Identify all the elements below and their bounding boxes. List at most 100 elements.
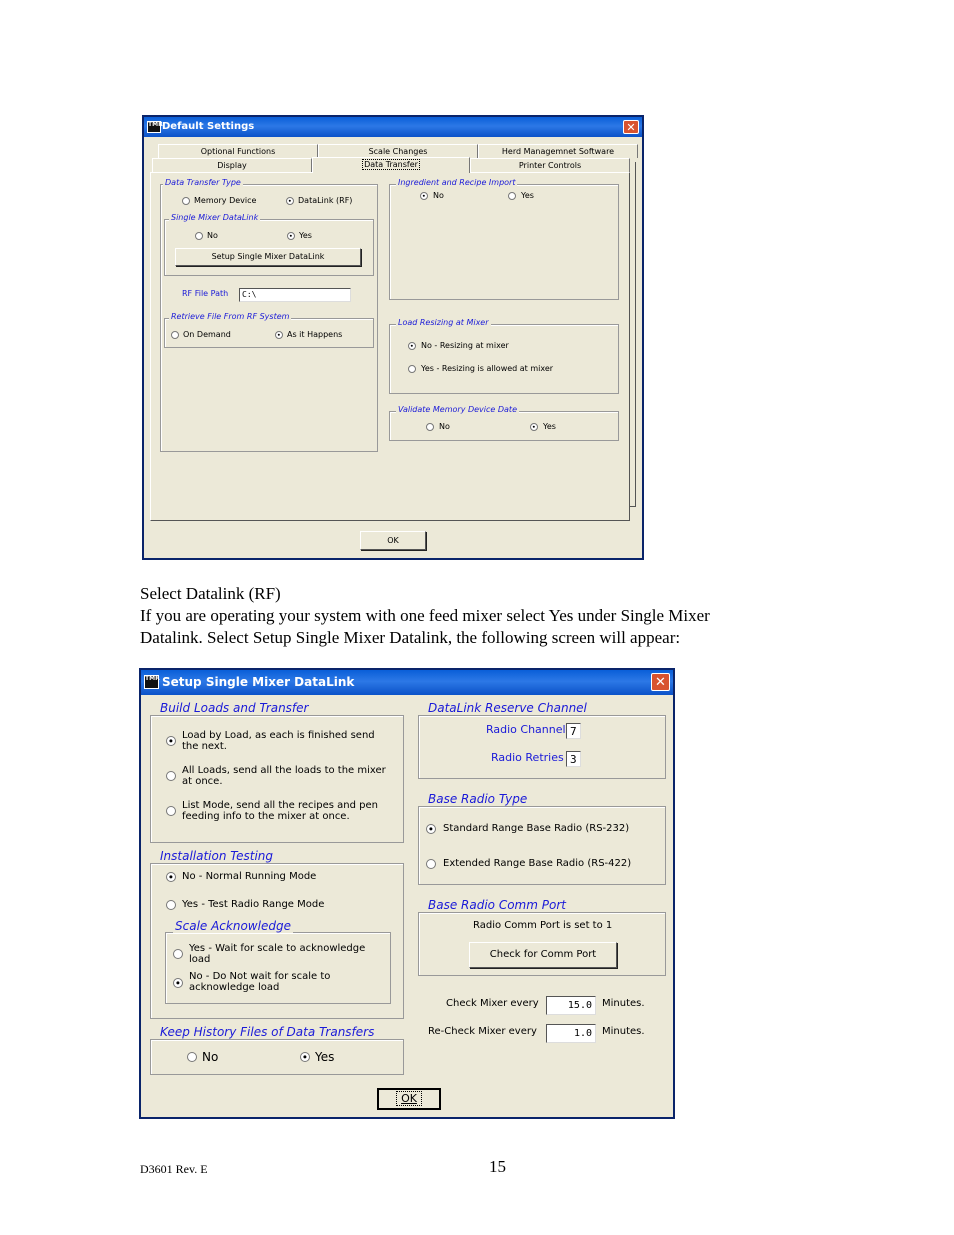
close-icon[interactable]: ✕ <box>651 673 670 691</box>
datalink-rf-radio[interactable] <box>286 197 294 205</box>
all-loads-radio[interactable] <box>166 771 176 781</box>
dialog-title: Setup Single Mixer DataLink <box>162 675 355 689</box>
validate-yes-radio[interactable] <box>530 423 538 431</box>
base-radio-type-title: Base Radio Type <box>426 792 530 806</box>
standard-range-label: Standard Range Base Radio (RS-232) <box>443 823 630 834</box>
list-mode-label-1: List Mode, send all the recipes and pen <box>182 800 378 811</box>
scale-ack-yes-label-1: Yes - Wait for scale to acknowledge <box>189 943 366 954</box>
normal-running-mode-radio[interactable] <box>166 872 176 882</box>
validate-no-label: No <box>439 422 450 431</box>
standard-range-radio[interactable] <box>426 824 436 834</box>
doc-id: D3601 Rev. E <box>140 1162 208 1176</box>
scale-ack-no-label-1: No - Do Not wait for scale to <box>189 971 331 982</box>
all-loads-label-2: at once. <box>182 776 223 787</box>
ingredient-import-yes-radio[interactable] <box>508 192 516 200</box>
body-text: Select Datalink (RF) If you are operatin… <box>140 583 710 649</box>
rf-file-path-label: RF File Path <box>182 289 229 298</box>
single-mixer-no-radio[interactable] <box>195 232 203 240</box>
memory-device-label: Memory Device <box>194 196 257 205</box>
recheck-mixer-input[interactable]: 1.0 <box>546 1024 596 1043</box>
installation-testing-title: Installation Testing <box>158 849 276 863</box>
rf-file-path-input[interactable]: C:\ <box>239 288 351 302</box>
keep-history-no-radio[interactable] <box>187 1052 197 1062</box>
memory-device-radio[interactable] <box>182 197 190 205</box>
setup-single-mixer-datalink-dialog: TMR Setup Single Mixer DataLink ✕ Build … <box>139 668 675 1119</box>
title-bar[interactable]: TMR Setup Single Mixer DataLink ✕ <box>141 670 673 695</box>
scale-ack-yes-radio[interactable] <box>173 949 183 959</box>
keep-history-no-label: No <box>202 1050 219 1064</box>
tab-optional-functions[interactable]: Optional Functions <box>158 144 318 158</box>
extended-range-radio[interactable] <box>426 859 436 869</box>
ingredient-recipe-import-group <box>389 184 619 300</box>
test-radio-range-mode-radio[interactable] <box>166 900 176 910</box>
close-icon[interactable]: ✕ <box>623 120 639 134</box>
base-radio-type-group <box>418 806 666 885</box>
single-mixer-yes-radio[interactable] <box>287 232 295 240</box>
scale-ack-yes-label-2: load <box>189 954 211 965</box>
ok-button[interactable]: OK <box>360 531 426 550</box>
on-demand-label: On Demand <box>183 330 231 339</box>
resizing-no-label: No - Resizing at mixer <box>421 341 509 350</box>
keep-history-yes-radio[interactable] <box>300 1052 310 1062</box>
build-loads-title: Build Loads and Transfer <box>158 701 311 715</box>
radio-channel-label: Radio Channel <box>486 723 566 736</box>
body-line-3: Datalink. Select Setup Single Mixer Data… <box>140 628 681 647</box>
extended-range-label: Extended Range Base Radio (RS-422) <box>443 858 632 869</box>
all-loads-label-1: All Loads, send all the loads to the mix… <box>182 765 386 776</box>
scale-ack-no-radio[interactable] <box>173 978 183 988</box>
resizing-yes-label: Yes - Resizing is allowed at mixer <box>421 364 554 373</box>
ok-button-label: OK <box>396 1091 422 1106</box>
scale-acknowledge-title: Scale Acknowledge <box>173 919 293 933</box>
as-it-happens-label: As it Happens <box>287 330 343 339</box>
setup-single-mixer-datalink-button[interactable]: Setup Single Mixer DataLink <box>175 248 361 266</box>
load-by-load-label-1: Load by Load, as each is finished send <box>182 730 375 741</box>
radio-retries-label: Radio Retries <box>491 751 564 764</box>
radio-retries-input[interactable]: 3 <box>566 751 581 767</box>
ingredient-import-no-radio[interactable] <box>420 192 428 200</box>
list-mode-label-2: feeding info to the mixer at once. <box>182 811 350 822</box>
ingredient-import-no-label: No <box>433 191 444 200</box>
comm-port-title: Base Radio Comm Port <box>426 898 568 912</box>
recheck-mixer-label: Re-Check Mixer every <box>428 1026 537 1037</box>
check-comm-port-button[interactable]: Check for Comm Port <box>469 942 617 968</box>
tab-herd-management-software[interactable]: Herd Managemnet Software <box>478 144 638 158</box>
scale-ack-no-label-2: acknowledge load <box>189 982 280 993</box>
data-transfer-type-title: Data Transfer Type <box>163 178 243 187</box>
radio-channel-input[interactable]: 7 <box>566 723 581 739</box>
default-settings-dialog: TMR Default Settings ✕ Optional Function… <box>142 115 644 560</box>
check-mixer-input[interactable]: 15.0 <box>546 996 596 1015</box>
list-mode-radio[interactable] <box>166 806 176 816</box>
check-mixer-unit: Minutes. <box>602 998 645 1009</box>
ok-button[interactable]: OK <box>377 1088 441 1110</box>
page-number: 15 <box>489 1157 506 1176</box>
load-by-load-label-2: the next. <box>182 741 227 752</box>
body-line-1: Select Datalink (RF) <box>140 584 281 603</box>
tab-scale-changes[interactable]: Scale Changes <box>318 144 478 158</box>
test-radio-range-mode-label: Yes - Test Radio Range Mode <box>182 899 325 910</box>
title-bar[interactable]: TMR Default Settings ✕ <box>144 117 642 137</box>
validate-date-group <box>389 411 619 441</box>
validate-no-radio[interactable] <box>426 423 434 431</box>
tab-display[interactable]: Display <box>152 158 312 172</box>
ingredient-import-yes-label: Yes <box>521 191 534 200</box>
retrieve-file-title: Retrieve File From RF System <box>169 312 292 321</box>
load-by-load-radio[interactable] <box>166 736 176 746</box>
body-line-2: If you are operating your system with on… <box>140 606 710 625</box>
dialog-title: Default Settings <box>162 121 255 132</box>
resizing-no-radio[interactable] <box>408 342 416 350</box>
validate-date-title: Validate Memory Device Date <box>396 405 519 414</box>
keep-history-title: Keep History Files of Data Transfers <box>158 1025 377 1039</box>
recheck-mixer-unit: Minutes. <box>602 1026 645 1037</box>
tab-data-transfer[interactable]: Data Transfer <box>312 157 470 173</box>
on-demand-radio[interactable] <box>171 331 179 339</box>
tab-data-transfer-label: Data Transfer <box>362 159 420 170</box>
single-mixer-no-label: No <box>207 231 218 240</box>
tab-printer-controls[interactable]: Printer Controls <box>470 158 630 172</box>
resizing-yes-radio[interactable] <box>408 365 416 373</box>
as-it-happens-radio[interactable] <box>275 331 283 339</box>
load-resizing-group <box>389 324 619 394</box>
comm-port-status: Radio Comm Port is set to 1 <box>473 920 613 931</box>
app-icon: TMR <box>144 675 160 689</box>
reserve-channel-title: DataLink Reserve Channel <box>426 701 589 715</box>
datalink-rf-label: DataLink (RF) <box>298 196 353 205</box>
